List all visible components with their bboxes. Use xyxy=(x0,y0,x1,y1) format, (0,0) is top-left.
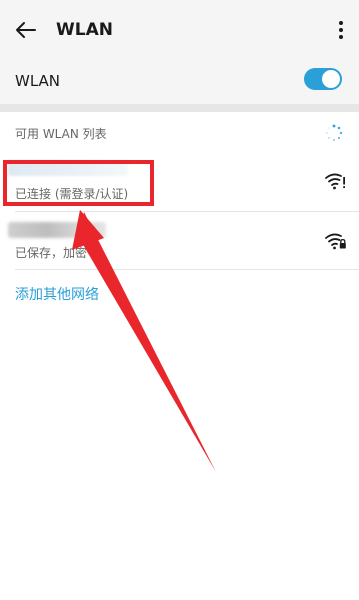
page-title: WLAN xyxy=(56,20,113,40)
available-networks-header: 可用 WLAN 列表 xyxy=(0,112,359,154)
annotation-highlight-box xyxy=(3,160,154,206)
wlan-switch[interactable] xyxy=(304,68,342,90)
available-networks-label: 可用 WLAN 列表 xyxy=(15,127,107,141)
list-divider xyxy=(15,269,359,270)
more-vertical-icon xyxy=(339,21,343,39)
network-status: 已保存，加密 xyxy=(15,246,88,260)
add-other-network-link[interactable]: 添加其他网络 xyxy=(15,285,99,305)
wifi-lock-icon xyxy=(325,233,346,250)
section-divider xyxy=(0,104,359,112)
network-item-saved[interactable]: 已保存，加密 xyxy=(0,212,359,270)
back-button[interactable] xyxy=(10,16,40,44)
wlan-settings-screen: WLAN WLAN 可用 WLAN 列表 已连接 (需登录/认证) 已保存，加密… xyxy=(0,0,359,600)
more-options-button[interactable] xyxy=(331,16,351,44)
wlan-toggle-label: WLAN xyxy=(15,72,61,90)
loading-spinner-icon xyxy=(326,124,343,141)
app-bar: WLAN xyxy=(0,0,359,60)
wifi-exclamation-icon xyxy=(325,173,345,190)
network-name-redacted xyxy=(8,222,106,238)
wlan-toggle-row: WLAN xyxy=(0,60,359,104)
arrow-left-icon xyxy=(16,22,36,38)
